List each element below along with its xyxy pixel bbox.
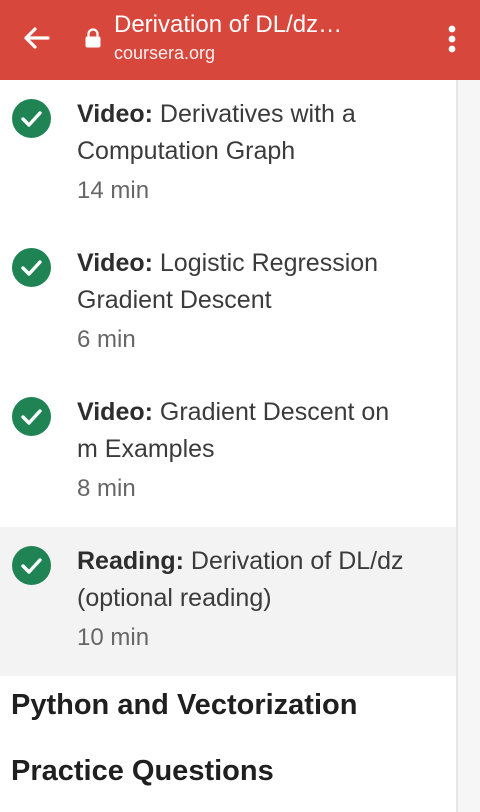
lesson-item-current[interactable]: Reading: Derivation of DL/dz (optional r…	[0, 527, 456, 676]
lesson-type: Video:	[77, 249, 153, 277]
lesson-duration: 8 min	[77, 475, 136, 502]
lesson-title: Reading: Derivation of DL/dz (optional r…	[77, 543, 416, 617]
course-outline: Video: Derivatives with a Computation Gr…	[0, 80, 456, 812]
page-title: Derivation of DL/dz…	[114, 11, 343, 38]
lesson-type: Video:	[77, 398, 153, 426]
check-circle-icon	[12, 248, 51, 287]
lock-icon	[85, 28, 101, 48]
page-url: coursera.org	[114, 43, 216, 63]
check-circle-icon	[12, 397, 51, 436]
arrow-left-icon	[24, 27, 50, 49]
lesson-type: Reading:	[77, 547, 184, 575]
lesson-title: Video: Gradient Descent on m Examples	[77, 394, 416, 468]
section-heading[interactable]: Practice Questions	[11, 755, 274, 788]
section-heading[interactable]: Python and Vectorization	[11, 689, 357, 722]
overflow-menu-button[interactable]	[442, 22, 462, 58]
browser-toolbar: Derivation of DL/dz… coursera.org	[0, 0, 480, 80]
lesson-duration: 10 min	[77, 624, 150, 651]
back-button[interactable]	[18, 20, 54, 56]
lesson-duration: 14 min	[77, 177, 150, 204]
scrollbar[interactable]	[456, 80, 480, 812]
check-circle-icon	[12, 546, 51, 585]
lesson-item[interactable]: Video: Gradient Descent on m Examples 8 …	[0, 378, 456, 527]
lesson-item[interactable]: Video: Derivatives with a Computation Gr…	[0, 80, 456, 229]
more-vert-icon	[448, 25, 456, 53]
lesson-item[interactable]: Video: Logistic Regression Gradient Desc…	[0, 229, 456, 378]
check-circle-icon	[12, 99, 51, 138]
address-bar[interactable]: Derivation of DL/dz… coursera.org	[114, 10, 410, 64]
lesson-title: Video: Derivatives with a Computation Gr…	[77, 96, 416, 170]
lesson-title: Video: Logistic Regression Gradient Desc…	[77, 245, 416, 319]
lesson-type: Video:	[77, 100, 153, 128]
lesson-duration: 6 min	[77, 326, 136, 353]
